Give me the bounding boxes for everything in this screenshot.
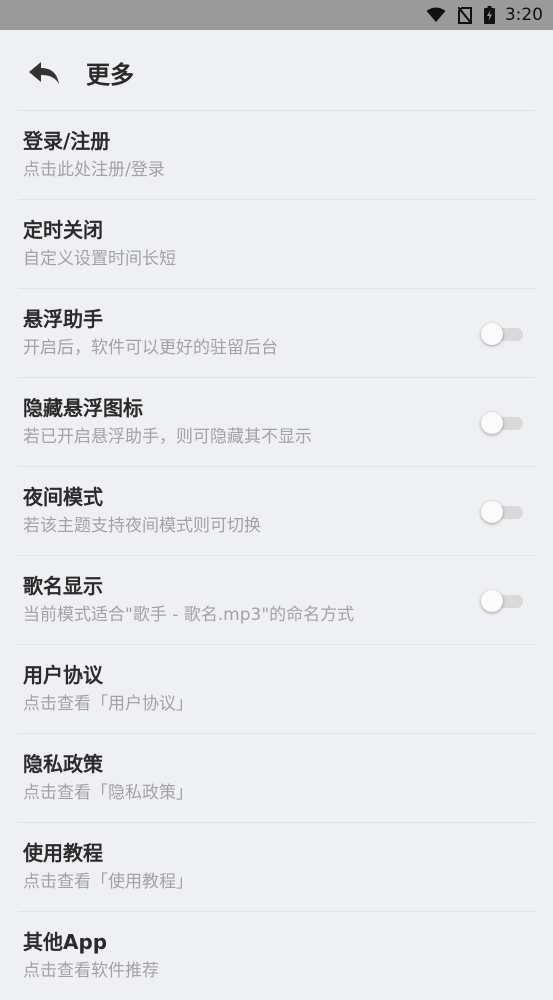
- header: 更多: [0, 30, 553, 110]
- item-title: 隐藏悬浮图标: [23, 396, 143, 420]
- back-arrow-icon: [29, 62, 59, 84]
- item-subtitle: 自定义设置时间长短: [23, 249, 176, 269]
- item-title: 用户协议: [23, 663, 103, 687]
- other-apps-item[interactable]: 其他App 点击查看软件推荐: [18, 911, 535, 1000]
- item-subtitle: 若该主题支持夜间模式则可切换: [23, 516, 261, 536]
- timer-close-item[interactable]: 定时关闭 自定义设置时间长短: [18, 199, 535, 288]
- floating-assistant-item[interactable]: 悬浮助手 开启后，软件可以更好的驻留后台: [18, 288, 535, 377]
- status-bar: 3:20: [0, 0, 553, 30]
- song-name-display-toggle[interactable]: [481, 590, 523, 612]
- tutorial-item[interactable]: 使用教程 点击查看「使用教程」: [18, 822, 535, 911]
- item-subtitle: 当前模式适合"歌手 - 歌名.mp3"的命名方式: [23, 605, 355, 625]
- item-subtitle: 开启后，软件可以更好的驻留后台: [23, 338, 278, 358]
- floating-assistant-toggle[interactable]: [481, 323, 523, 345]
- item-title: 使用教程: [23, 841, 103, 865]
- login-register-item[interactable]: 登录/注册 点击此处注册/登录: [18, 110, 535, 199]
- hide-floating-icon-item[interactable]: 隐藏悬浮图标 若已开启悬浮助手，则可隐藏其不显示: [18, 377, 535, 466]
- item-title: 定时关闭: [23, 218, 103, 242]
- song-name-display-item[interactable]: 歌名显示 当前模式适合"歌手 - 歌名.mp3"的命名方式: [18, 555, 535, 644]
- battery-charging-icon: [483, 6, 495, 24]
- settings-list: 登录/注册 点击此处注册/登录 定时关闭 自定义设置时间长短 悬浮助手 开启后，…: [18, 110, 535, 1000]
- item-title: 登录/注册: [23, 129, 111, 153]
- status-time: 3:20: [504, 5, 543, 25]
- wifi-icon: [426, 7, 446, 23]
- user-agreement-item[interactable]: 用户协议 点击查看「用户协议」: [18, 644, 535, 733]
- item-subtitle: 点击此处注册/登录: [23, 160, 165, 180]
- item-subtitle: 点击查看「用户协议」: [23, 694, 193, 714]
- hide-floating-icon-toggle[interactable]: [481, 412, 523, 434]
- no-sim-icon: [457, 6, 472, 24]
- item-subtitle: 若已开启悬浮助手，则可隐藏其不显示: [23, 427, 312, 447]
- night-mode-item[interactable]: 夜间模式 若该主题支持夜间模式则可切换: [18, 466, 535, 555]
- item-subtitle: 点击查看「使用教程」: [23, 872, 193, 892]
- item-title: 其他App: [23, 930, 108, 954]
- night-mode-toggle[interactable]: [481, 501, 523, 523]
- privacy-policy-item[interactable]: 隐私政策 点击查看「隐私政策」: [18, 733, 535, 822]
- page-title: 更多: [86, 61, 134, 89]
- item-title: 悬浮助手: [23, 307, 103, 331]
- item-subtitle: 点击查看软件推荐: [23, 961, 159, 981]
- back-button[interactable]: [26, 60, 62, 88]
- item-title: 隐私政策: [23, 752, 103, 776]
- item-subtitle: 点击查看「隐私政策」: [23, 783, 193, 803]
- item-title: 夜间模式: [23, 485, 103, 509]
- item-title: 歌名显示: [23, 574, 103, 598]
